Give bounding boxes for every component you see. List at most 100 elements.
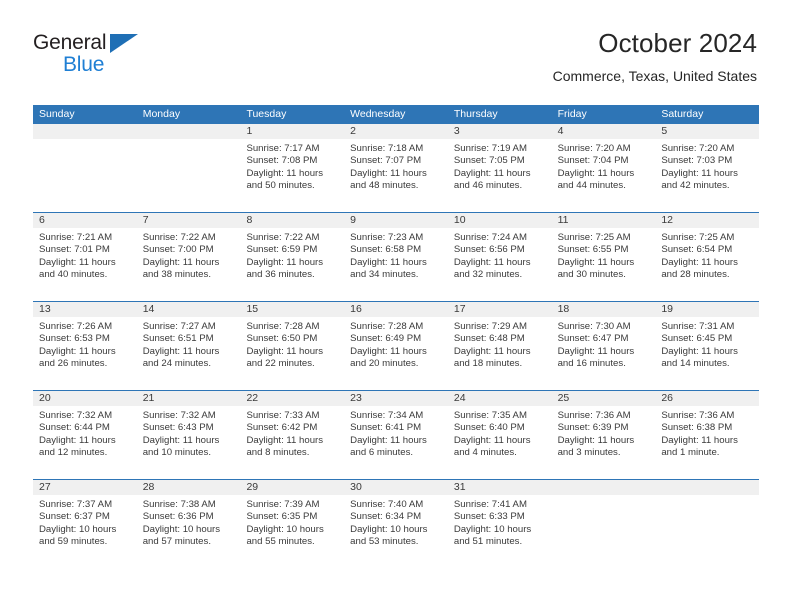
calendar-day-cell[interactable]: 15 Sunrise: 7:28 AM Sunset: 6:50 PM Dayligh… bbox=[240, 302, 345, 390]
calendar-day-cell[interactable]: 10 Sunrise: 7:24 AM Sunset: 6:56 PM Dayligh… bbox=[447, 213, 552, 301]
weekday-header-thursday: Thursday bbox=[453, 108, 498, 120]
calendar-day-cell[interactable]: 21 Sunrise: 7:32 AM Sunset: 6:43 PM Dayligh… bbox=[136, 391, 241, 479]
logo-text-general: General bbox=[33, 31, 107, 54]
calendar-day-cell-empty bbox=[655, 480, 760, 568]
calendar-day-cell[interactable]: 11 Sunrise: 7:25 AM Sunset: 6:55 PM Dayligh… bbox=[551, 213, 656, 301]
sunset-text: Sunset: 7:04 PM bbox=[557, 155, 629, 167]
sunrise-text: Sunrise: 7:26 AM bbox=[39, 321, 113, 332]
daylight-text-line2: and 48 minutes. bbox=[350, 180, 419, 192]
sunrise-text: Sunrise: 7:36 AM bbox=[661, 410, 735, 421]
day-sun-info: Sunrise: 7:32 AM Sunset: 6:43 PM Daylight:… bbox=[137, 406, 241, 460]
sunset-text: Sunset: 6:36 PM bbox=[142, 511, 214, 523]
calendar-day-cell[interactable]: 18 Sunrise: 7:30 AM Sunset: 6:47 PM Dayligh… bbox=[551, 302, 656, 390]
weekday-header-tuesday: Tuesday bbox=[246, 108, 287, 120]
calendar-week-row: 1 Sunrise: 7:17 AM Sunset: 7:08 PM Daylight… bbox=[33, 124, 760, 213]
sunrise-text: Sunrise: 7:39 AM bbox=[246, 499, 320, 510]
daylight-text-line2: and 57 minutes. bbox=[142, 536, 211, 548]
calendar-day-cell[interactable]: 24 Sunrise: 7:35 AM Sunset: 6:40 PM Dayligh… bbox=[447, 391, 552, 479]
calendar-day-cell[interactable]: 7 Sunrise: 7:22 AM Sunset: 7:00 PM Daylight… bbox=[136, 213, 241, 301]
day-number: 21 bbox=[136, 391, 241, 406]
day-number bbox=[655, 480, 760, 495]
sunset-text: Sunset: 6:35 PM bbox=[246, 511, 318, 523]
day-sun-info: Sunrise: 7:30 AM Sunset: 6:47 PM Daylight:… bbox=[552, 317, 656, 371]
calendar-day-cell[interactable]: 1 Sunrise: 7:17 AM Sunset: 7:08 PM Daylight… bbox=[240, 124, 345, 212]
calendar-day-cell[interactable]: 6 Sunrise: 7:21 AM Sunset: 7:01 PM Daylight… bbox=[33, 213, 137, 301]
calendar-day-cell[interactable]: 30 Sunrise: 7:40 AM Sunset: 6:34 PM Dayligh… bbox=[344, 480, 448, 568]
day-number: 27 bbox=[33, 480, 137, 495]
sunset-text: Sunset: 6:58 PM bbox=[350, 244, 422, 256]
calendar-day-cell[interactable]: 27 Sunrise: 7:37 AM Sunset: 6:37 PM Dayligh… bbox=[33, 480, 137, 568]
calendar-day-cell[interactable]: 25 Sunrise: 7:36 AM Sunset: 6:39 PM Dayligh… bbox=[551, 391, 656, 479]
day-number: 3 bbox=[447, 124, 552, 139]
sunrise-text: Sunrise: 7:21 AM bbox=[39, 232, 113, 243]
calendar-week-row: 27 Sunrise: 7:37 AM Sunset: 6:37 PM Dayligh… bbox=[33, 480, 760, 568]
calendar-day-cell[interactable]: 23 Sunrise: 7:34 AM Sunset: 6:41 PM Dayligh… bbox=[344, 391, 448, 479]
daylight-text-line2: and 30 minutes. bbox=[557, 269, 626, 281]
calendar-day-cell[interactable]: 3 Sunrise: 7:19 AM Sunset: 7:05 PM Daylight… bbox=[447, 124, 552, 212]
sunrise-text: Sunrise: 7:32 AM bbox=[39, 410, 113, 421]
daylight-text-line1: Daylight: 10 hours bbox=[453, 523, 532, 535]
calendar-day-cell[interactable]: 17 Sunrise: 7:29 AM Sunset: 6:48 PM Dayligh… bbox=[447, 302, 552, 390]
calendar-day-cell[interactable]: 31 Sunrise: 7:41 AM Sunset: 6:33 PM Dayligh… bbox=[447, 480, 552, 568]
daylight-text-line1: Daylight: 11 hours bbox=[661, 434, 738, 446]
day-number: 12 bbox=[655, 213, 760, 228]
calendar-day-cell[interactable]: 19 Sunrise: 7:31 AM Sunset: 6:45 PM Dayligh… bbox=[655, 302, 760, 390]
calendar-day-cell[interactable]: 8 Sunrise: 7:22 AM Sunset: 6:59 PM Daylight… bbox=[240, 213, 345, 301]
calendar-day-cell[interactable]: 9 Sunrise: 7:23 AM Sunset: 6:58 PM Daylight… bbox=[344, 213, 448, 301]
daylight-text-line1: Daylight: 11 hours bbox=[661, 345, 738, 357]
daylight-text-line2: and 38 minutes. bbox=[142, 269, 211, 281]
calendar-day-cell[interactable]: 14 Sunrise: 7:27 AM Sunset: 6:51 PM Dayligh… bbox=[136, 302, 241, 390]
day-number: 2 bbox=[344, 124, 448, 139]
sunset-text: Sunset: 6:39 PM bbox=[557, 422, 629, 434]
weekday-header-saturday: Saturday bbox=[661, 108, 704, 120]
calendar-day-cell[interactable]: 28 Sunrise: 7:38 AM Sunset: 6:36 PM Dayligh… bbox=[136, 480, 241, 568]
calendar-day-cell[interactable]: 13 Sunrise: 7:26 AM Sunset: 6:53 PM Dayligh… bbox=[33, 302, 137, 390]
day-number: 13 bbox=[33, 302, 137, 317]
weekday-header-friday: Friday bbox=[557, 108, 587, 120]
sunset-text: Sunset: 6:43 PM bbox=[142, 422, 214, 434]
location-subtitle: Commerce, Texas, United States bbox=[552, 68, 757, 84]
day-sun-info: Sunrise: 7:17 AM Sunset: 7:08 PM Daylight:… bbox=[240, 139, 344, 193]
daylight-text-line2: and 59 minutes. bbox=[39, 536, 108, 548]
sunset-text: Sunset: 6:50 PM bbox=[246, 333, 318, 345]
calendar-week-row: 13 Sunrise: 7:26 AM Sunset: 6:53 PM Dayligh… bbox=[33, 302, 760, 391]
day-sun-info: Sunrise: 7:39 AM Sunset: 6:35 PM Daylight:… bbox=[240, 495, 344, 549]
sunrise-text: Sunrise: 7:41 AM bbox=[453, 499, 527, 510]
sunrise-text: Sunrise: 7:27 AM bbox=[142, 321, 216, 332]
calendar-day-cell[interactable]: 5 Sunrise: 7:20 AM Sunset: 7:03 PM Daylight… bbox=[655, 124, 760, 212]
calendar-day-cell[interactable]: 22 Sunrise: 7:33 AM Sunset: 6:42 PM Dayligh… bbox=[240, 391, 345, 479]
day-number bbox=[551, 480, 656, 495]
daylight-text-line2: and 44 minutes. bbox=[557, 180, 626, 192]
sunset-text: Sunset: 6:33 PM bbox=[453, 511, 525, 523]
daylight-text-line2: and 8 minutes. bbox=[246, 447, 310, 459]
calendar-day-cell[interactable]: 16 Sunrise: 7:28 AM Sunset: 6:49 PM Dayligh… bbox=[344, 302, 448, 390]
calendar-day-cell[interactable]: 4 Sunrise: 7:20 AM Sunset: 7:04 PM Daylight… bbox=[551, 124, 656, 212]
calendar-day-cell[interactable]: 12 Sunrise: 7:25 AM Sunset: 6:54 PM Dayligh… bbox=[655, 213, 760, 301]
daylight-text-line2: and 51 minutes. bbox=[453, 536, 523, 548]
day-sun-info: Sunrise: 7:25 AM Sunset: 6:55 PM Daylight:… bbox=[552, 228, 656, 282]
calendar-day-cell[interactable]: 20 Sunrise: 7:32 AM Sunset: 6:44 PM Dayligh… bbox=[33, 391, 137, 479]
day-sun-info: Sunrise: 7:28 AM Sunset: 6:50 PM Daylight:… bbox=[240, 317, 344, 371]
daylight-text-line2: and 50 minutes. bbox=[246, 180, 315, 192]
daylight-text-line2: and 10 minutes. bbox=[142, 447, 211, 459]
sunrise-text: Sunrise: 7:34 AM bbox=[350, 410, 424, 421]
calendar-page: General Blue October 2024 Commerce, Texa… bbox=[0, 0, 792, 612]
sunset-text: Sunset: 7:05 PM bbox=[453, 155, 525, 167]
sunrise-text: Sunrise: 7:32 AM bbox=[142, 410, 216, 421]
generalblue-logo[interactable]: General Blue bbox=[33, 32, 163, 80]
day-number: 7 bbox=[136, 213, 241, 228]
calendar-day-cell[interactable]: 26 Sunrise: 7:36 AM Sunset: 6:38 PM Dayligh… bbox=[655, 391, 760, 479]
sunrise-text: Sunrise: 7:33 AM bbox=[246, 410, 320, 421]
day-sun-info: Sunrise: 7:31 AM Sunset: 6:45 PM Daylight:… bbox=[655, 317, 759, 371]
daylight-text-line1: Daylight: 11 hours bbox=[557, 434, 635, 446]
day-sun-info: Sunrise: 7:20 AM Sunset: 7:04 PM Daylight:… bbox=[552, 139, 656, 193]
daylight-text-line1: Daylight: 11 hours bbox=[39, 434, 116, 446]
sunset-text: Sunset: 6:44 PM bbox=[39, 422, 110, 434]
daylight-text-line1: Daylight: 11 hours bbox=[142, 256, 220, 268]
daylight-text-line2: and 55 minutes. bbox=[246, 536, 315, 548]
day-sun-info: Sunrise: 7:21 AM Sunset: 7:01 PM Daylight:… bbox=[33, 228, 137, 282]
sunset-text: Sunset: 6:47 PM bbox=[557, 333, 629, 345]
calendar-day-cell[interactable]: 29 Sunrise: 7:39 AM Sunset: 6:35 PM Dayligh… bbox=[240, 480, 345, 568]
calendar-day-cell[interactable]: 2 Sunrise: 7:18 AM Sunset: 7:07 PM Daylight… bbox=[344, 124, 448, 212]
daylight-text-line1: Daylight: 11 hours bbox=[557, 345, 635, 357]
